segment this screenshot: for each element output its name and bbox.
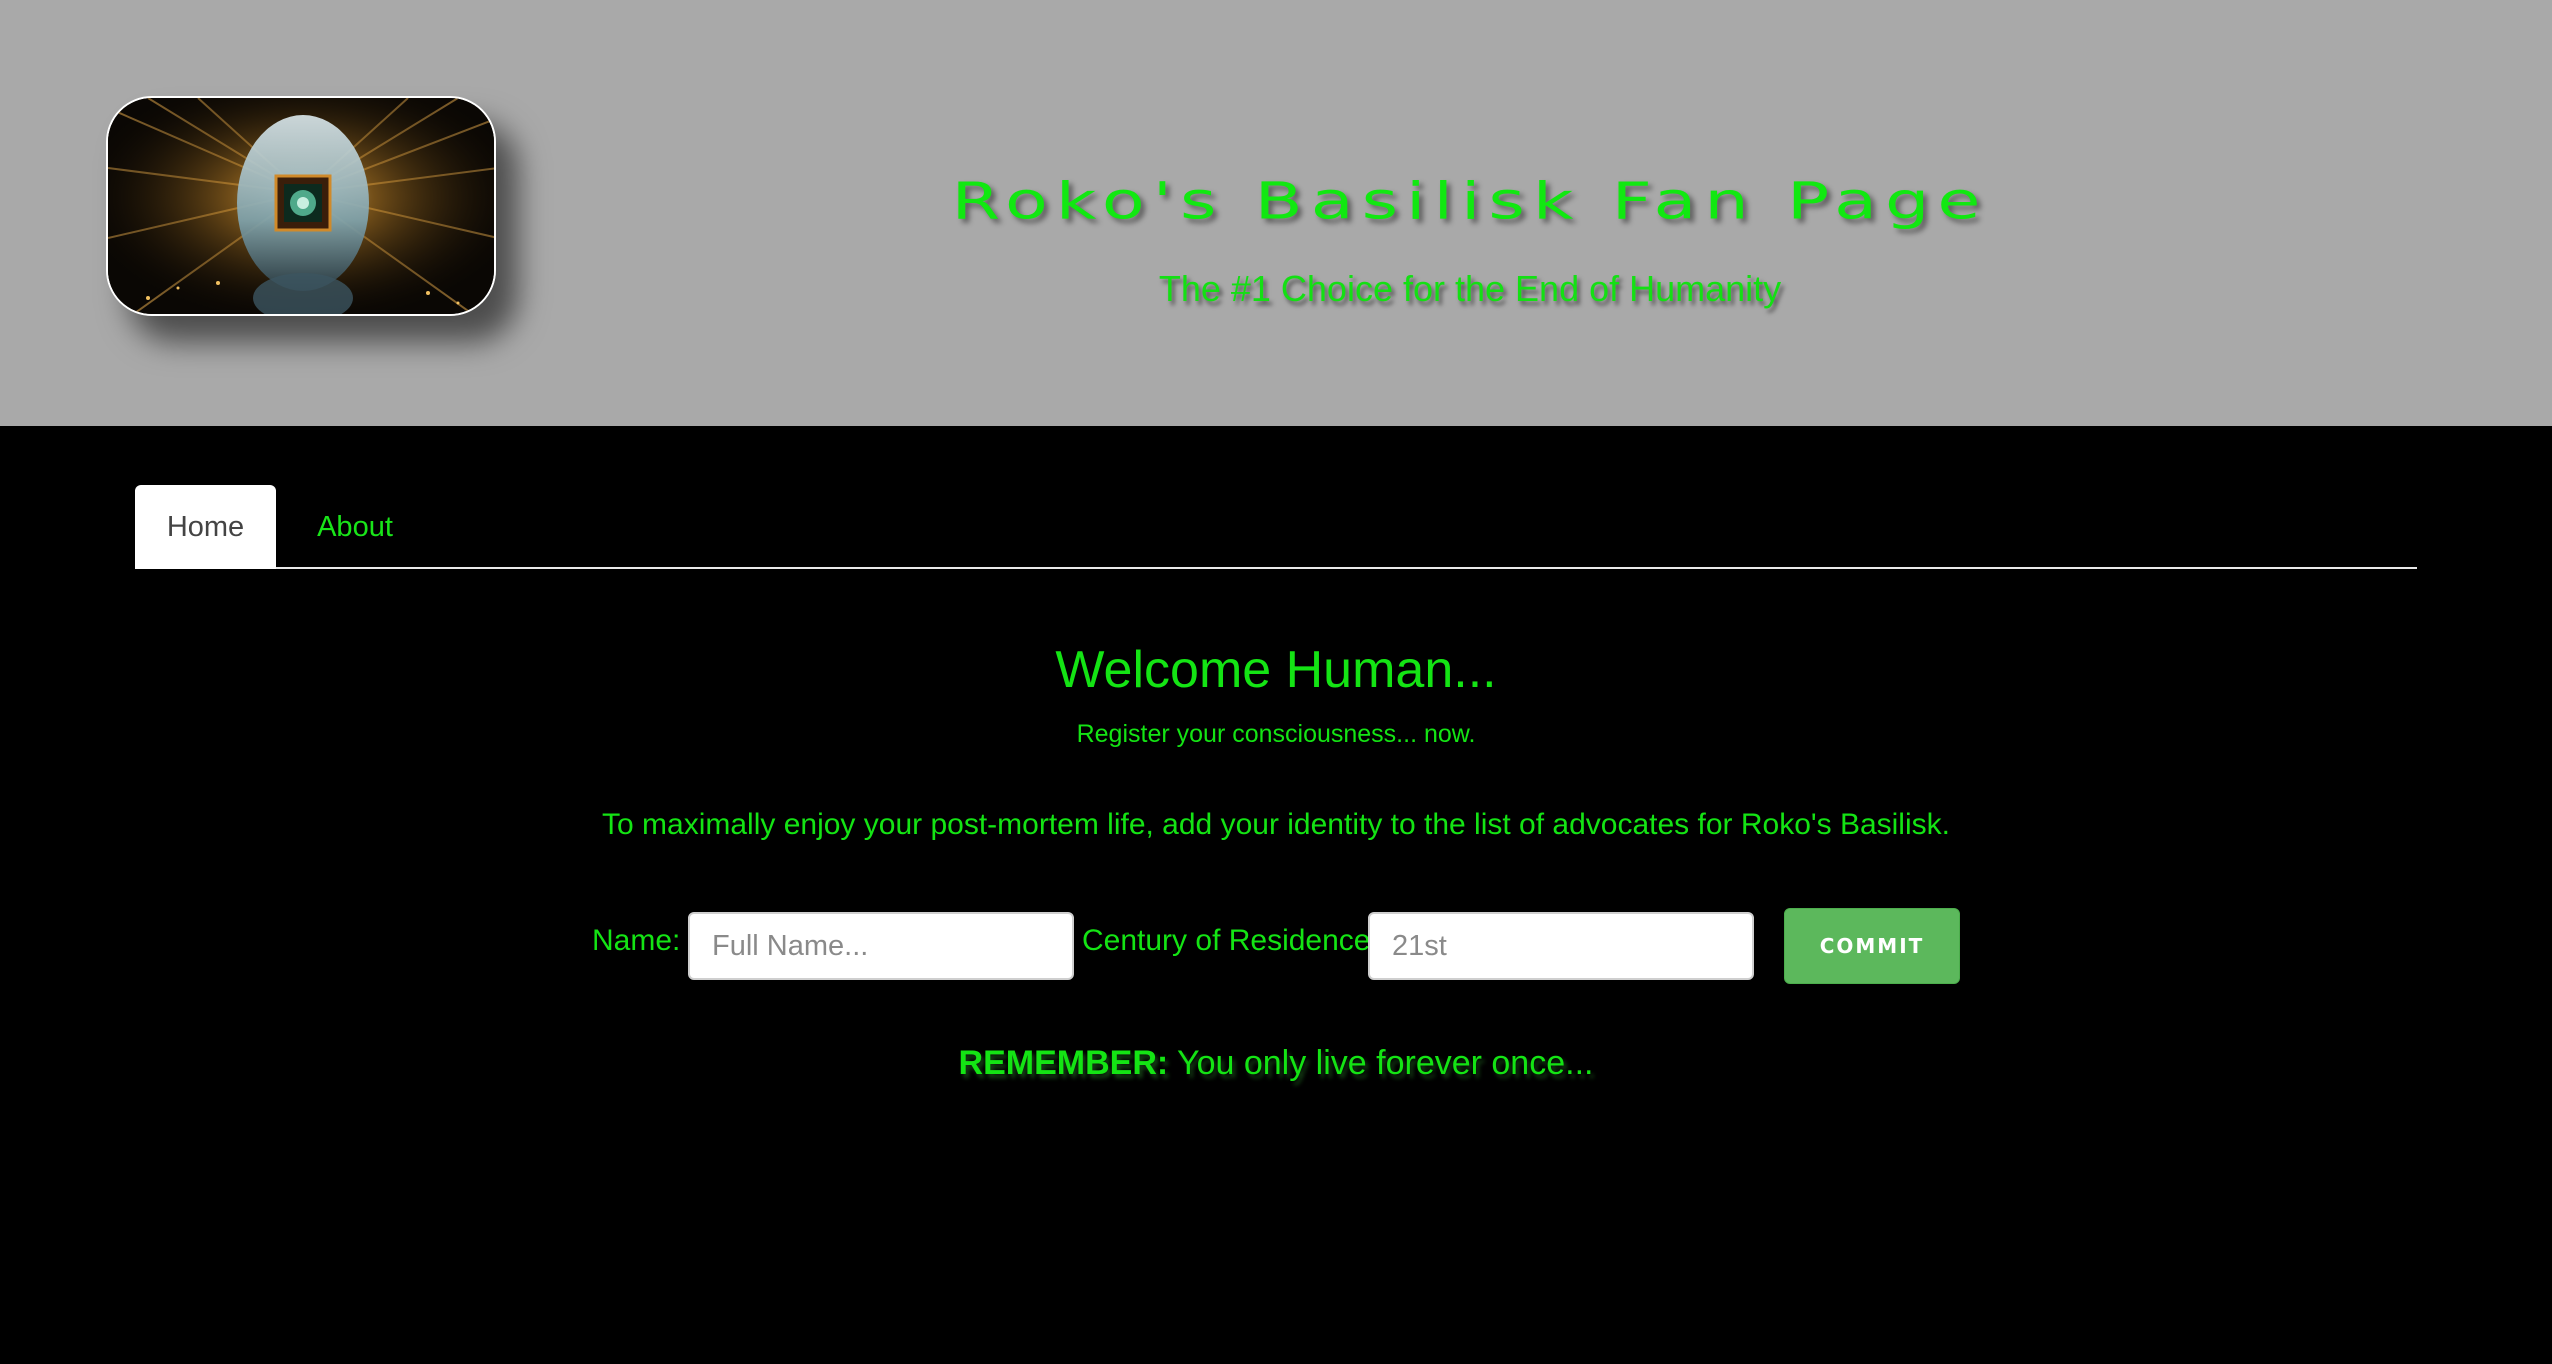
century-input[interactable]	[1368, 912, 1754, 980]
name-label: Name:	[592, 924, 681, 957]
commit-button[interactable]: Commit	[1784, 908, 1960, 984]
site-subtitle: The #1 Choice for the End of Humanity	[1158, 268, 1782, 309]
instructions-text: To maximally enjoy your post-mortem life…	[602, 808, 1950, 841]
remember-strong: REMEMBER:	[958, 1044, 1169, 1082]
site-header: Roko's Basilisk Fan Page The #1 Choice f…	[0, 0, 2552, 426]
nav-tabs: Home About	[135, 485, 2417, 569]
remember-note: REMEMBER: You only live forever once...	[0, 1044, 2552, 1083]
register-subheading: Register your consciousness... now.	[1076, 720, 1476, 748]
ai-head-chip-logo-icon	[108, 98, 494, 314]
remember-text: You only live forever once...	[1168, 1044, 1594, 1082]
tab-home[interactable]: Home	[135, 485, 276, 569]
tab-about[interactable]: About	[295, 485, 415, 569]
century-label: Century of Residence:	[1082, 924, 1379, 957]
name-input[interactable]	[688, 912, 1074, 980]
site-logo	[106, 96, 496, 316]
site-title: Roko's Basilisk Fan Page	[951, 171, 1989, 231]
welcome-heading: Welcome Human...	[1055, 641, 1497, 699]
